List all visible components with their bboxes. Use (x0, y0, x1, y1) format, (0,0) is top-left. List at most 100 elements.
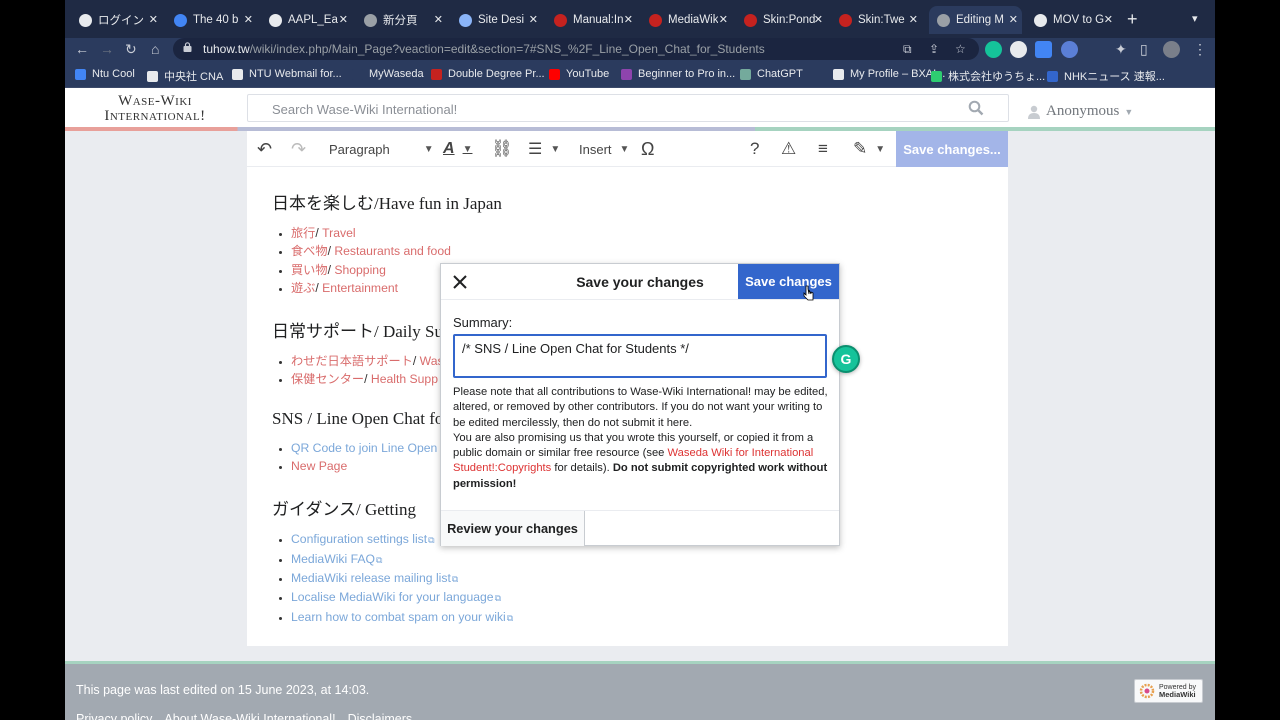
section-heading: 日本を楽しむ/Have fun in Japan (272, 194, 502, 213)
browser-tab[interactable]: MOV to G ✕ (1026, 6, 1117, 34)
japanese-link[interactable]: 食べ物 (291, 244, 328, 258)
japanese-link[interactable]: わせだ日本語サポート (291, 354, 413, 368)
special-character-icon[interactable]: Ω (641, 131, 654, 167)
bookmark-item[interactable]: 中央社 CNA (147, 68, 223, 84)
page-options-menu-icon[interactable]: ≡ (818, 131, 828, 167)
home-icon[interactable]: ⌂ (151, 41, 159, 57)
wiki-link[interactable]: Configuration settings list (291, 532, 427, 546)
bookmark-item[interactable]: MyWaseda (352, 68, 424, 80)
browser-tab[interactable]: MediaWik ✕ (641, 6, 732, 34)
wiki-link[interactable]: MediaWiki FAQ (291, 552, 375, 566)
grammarly-extension-icon[interactable] (985, 41, 1002, 58)
browser-tab-bar: ログイン ✕ The 40 b ✕ AAPL_Ea ✕ 新分頁 ✕ Site Desi ✕ Manu… (65, 0, 1215, 38)
wiki-link[interactable]: QR Code to join Line Open (291, 441, 437, 455)
english-link[interactable]: Shopping (334, 263, 386, 277)
footer-link[interactable]: About Wase-Wiki International! (164, 712, 335, 720)
browser-tab[interactable]: Site Desi ✕ (451, 6, 542, 34)
browser-tab[interactable]: 新分頁 ✕ (356, 6, 447, 34)
tab-close-icon[interactable]: ✕ (149, 13, 158, 26)
browser-tab[interactable]: The 40 b ✕ (166, 6, 257, 34)
footer-link[interactable]: Disclaimers (348, 712, 413, 720)
footer-link[interactable]: Privacy policy (76, 712, 152, 720)
warning-icon[interactable]: ⚠ (781, 131, 796, 167)
bookmark-item[interactable]: Ntu Cool (75, 68, 135, 80)
grammarly-icon[interactable]: G (832, 345, 860, 373)
english-link[interactable]: Health Supp (371, 372, 438, 386)
wiki-link[interactable]: Learn how to combat spam on your wiki (291, 610, 506, 624)
save-changes-button[interactable]: Save changes (738, 264, 839, 299)
tab-close-icon[interactable]: ✕ (1104, 13, 1113, 26)
browser-menu-icon[interactable]: ⋮ (1193, 41, 1207, 58)
tab-close-icon[interactable]: ✕ (434, 13, 443, 26)
japanese-link[interactable]: 保健センター (291, 372, 364, 386)
bookmark-favicon-icon (740, 68, 751, 80)
reload-icon[interactable]: ↻ (125, 41, 137, 58)
forward-arrow-icon[interactable]: → (100, 41, 114, 57)
tab-close-icon[interactable]: ✕ (529, 13, 538, 26)
browser-tab[interactable]: Skin:Pond ✕ (736, 6, 827, 34)
tab-close-icon[interactable]: ✕ (909, 13, 918, 26)
notice-paragraph-1: Please note that all contributions to Wa… (453, 386, 828, 429)
list-icon[interactable]: ☰ ▼ (528, 131, 560, 167)
wiki-link[interactable]: MediaWiki release mailing list (291, 571, 451, 585)
tab-close-icon[interactable]: ✕ (1009, 13, 1018, 26)
tab-close-icon[interactable]: ✕ (244, 13, 253, 26)
wiki-link[interactable]: New Page (291, 459, 347, 473)
bookmark-item[interactable]: NTU Webmail for... (232, 68, 342, 80)
profile-avatar[interactable] (1163, 41, 1180, 58)
toolbar-save-changes-button[interactable]: Save changes... (896, 131, 1008, 167)
bookmark-item[interactable]: Double Degree Pr... (431, 68, 545, 80)
bookmark-item[interactable]: 株式会社ゆうちょ... (931, 68, 1045, 84)
bookmark-item[interactable]: ChatGPT (740, 68, 803, 80)
bookmark-star-icon[interactable]: ☆ (955, 42, 966, 56)
japanese-link[interactable]: 旅行 (291, 226, 315, 240)
address-bar[interactable]: tuhow.tw/wiki/index.php/Main_Page?veacti… (173, 38, 979, 60)
search-icon[interactable] (968, 100, 984, 116)
japanese-link[interactable]: 遊ぶ (291, 281, 315, 295)
bookmark-item[interactable]: YouTube (549, 68, 609, 80)
bookmark-item[interactable]: Beginner to Pro in... (621, 68, 735, 80)
powered-by-mediawiki-badge[interactable]: Powered by MediaWiki (1134, 679, 1203, 703)
tab-close-icon[interactable]: ✕ (339, 13, 348, 26)
translate-icon[interactable]: ⧉ (903, 42, 912, 57)
browser-tab[interactable]: AAPL_Ea ✕ (261, 6, 352, 34)
insert-dropdown[interactable]: Insert ▼ (579, 131, 629, 167)
tab-close-icon[interactable]: ✕ (719, 13, 728, 26)
share-icon[interactable]: ⇪ (929, 42, 939, 56)
paragraph-format-dropdown[interactable]: Paragraph ▼ (329, 131, 434, 167)
wiki-logo[interactable]: Wase-Wiki International! (97, 94, 213, 124)
tab-title: Skin:Twe (858, 14, 905, 26)
extensions-puzzle-icon[interactable]: ✦ (1115, 41, 1127, 58)
user-menu[interactable]: Anonymous ▼ (1027, 103, 1133, 120)
new-tab-button[interactable]: + (1127, 9, 1138, 30)
review-changes-button[interactable]: Review your changes (441, 511, 585, 546)
tab-close-icon[interactable]: ✕ (814, 13, 823, 26)
summary-input[interactable] (453, 334, 827, 378)
browser-tab[interactable]: Editing M ✕ (929, 6, 1022, 34)
help-icon[interactable]: ? (750, 131, 759, 167)
edit-mode-pencil-icon[interactable]: ✎ ▼ (853, 131, 885, 167)
tab-close-icon[interactable]: ✕ (624, 13, 633, 26)
link-icon[interactable]: ⛓ (491, 131, 513, 167)
redo-icon[interactable]: ↷ (291, 131, 306, 167)
side-panel-icon[interactable]: ▯ (1140, 41, 1148, 58)
japanese-link[interactable]: 買い物 (291, 263, 328, 277)
new-extension-icon[interactable] (1035, 41, 1052, 58)
bookmark-item[interactable]: NHKニュース 速報... (1047, 68, 1165, 84)
english-link[interactable]: Entertainment (322, 281, 398, 295)
vpn-extension-icon[interactable] (1061, 41, 1078, 58)
text-style-icon[interactable]: A ▼ (443, 131, 472, 167)
undo-icon[interactable]: ↶ (257, 131, 272, 167)
english-link[interactable]: Travel (322, 226, 355, 240)
browser-tab[interactable]: ログイン ✕ (71, 6, 162, 34)
wiki-link[interactable]: Localise MediaWiki for your language (291, 590, 494, 604)
bookmark-item[interactable]: My Profile – BXAI... (833, 68, 945, 80)
browser-tab[interactable]: Manual:In ✕ (546, 6, 637, 34)
tab-search-chevron-icon[interactable]: ▾ (1192, 12, 1198, 25)
extension-icon[interactable] (1010, 41, 1027, 58)
external-link-icon: ⧉ (506, 612, 514, 623)
search-input[interactable]: Search Wase-Wiki International! (247, 94, 1009, 122)
browser-tab[interactable]: Skin:Twe ✕ (831, 6, 922, 34)
english-link[interactable]: Restaurants and food (334, 244, 451, 258)
back-arrow-icon[interactable]: ← (75, 41, 89, 57)
